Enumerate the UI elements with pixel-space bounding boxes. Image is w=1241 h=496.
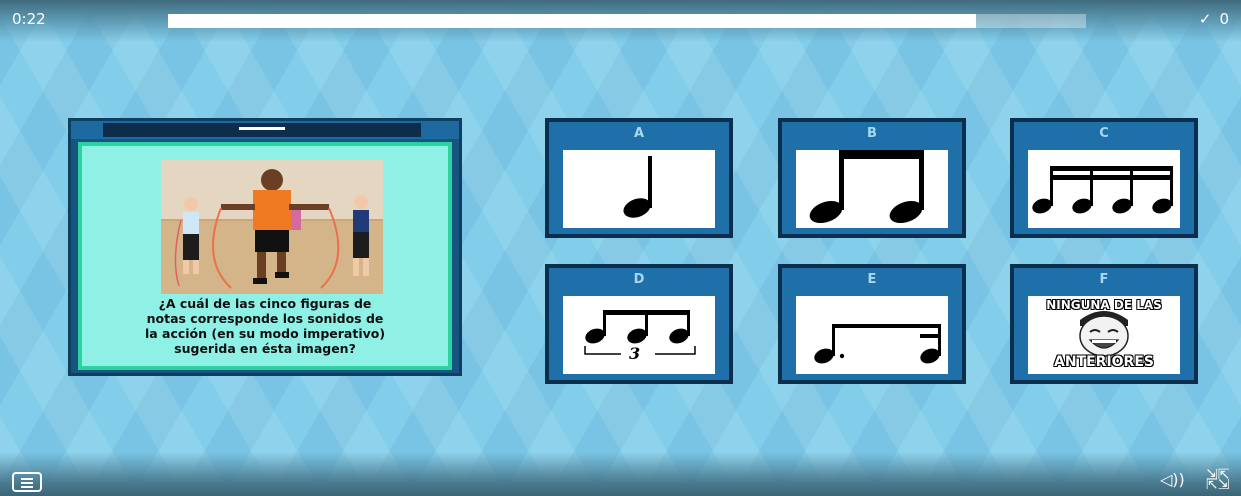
answer-option-c[interactable]: C	[1010, 118, 1198, 238]
answer-option-a[interactable]: A	[545, 118, 733, 238]
meme-bottom-text: ANTERIORES	[1054, 354, 1154, 370]
answer-option-e[interactable]: E	[778, 264, 966, 384]
top-bar: 0:22 ✓ 0	[0, 0, 1241, 42]
collapse-icon[interactable]: ⇲⇱ ⇱⇲	[1206, 468, 1229, 492]
timer: 0:22	[12, 10, 46, 28]
two-eighth-notes-icon	[796, 150, 948, 228]
question-panel: ¿A cuál de las cinco figuras de notas co…	[78, 142, 452, 370]
meme-face-icon: NINGUNA DE LAS ANTERIORES	[1028, 296, 1180, 374]
option-letter: F	[1099, 272, 1109, 287]
dash-icon	[239, 127, 285, 130]
eighth-note-triplet-icon: 3	[563, 296, 715, 374]
progress-fill	[168, 14, 976, 28]
quarter-note-icon	[563, 150, 715, 228]
question-card: ¿A cuál de las cinco figuras de notas co…	[68, 118, 462, 376]
option-letter: D	[633, 272, 645, 287]
check-icon: ✓	[1198, 10, 1212, 28]
option-letter: C	[1099, 126, 1109, 141]
answer-option-d[interactable]: D 3	[545, 264, 733, 384]
answer-option-f[interactable]: F NINGUNA DE LAS ANTERIORES	[1010, 264, 1198, 384]
sound-icon[interactable]: ◁))	[1160, 470, 1185, 489]
answer-option-b[interactable]: B	[778, 118, 966, 238]
bottom-bar	[0, 452, 1241, 496]
menu-icon[interactable]	[12, 472, 42, 492]
question-text: ¿A cuál de las cinco figuras de notas co…	[144, 296, 386, 356]
score-value: 0	[1219, 10, 1229, 28]
option-letter: A	[633, 126, 645, 141]
meme-top-text: NINGUNA DE LAS	[1046, 298, 1162, 312]
option-letter: B	[867, 126, 877, 141]
dotted-eighth-sixteenth-icon	[796, 296, 948, 374]
four-sixteenth-notes-icon	[1028, 150, 1180, 228]
triplet-label: 3	[629, 344, 641, 363]
score: ✓ 0	[1199, 10, 1229, 28]
progress-bar	[168, 14, 1086, 28]
option-letter: E	[867, 272, 877, 287]
question-photo	[161, 160, 383, 294]
question-card-header	[71, 121, 459, 139]
